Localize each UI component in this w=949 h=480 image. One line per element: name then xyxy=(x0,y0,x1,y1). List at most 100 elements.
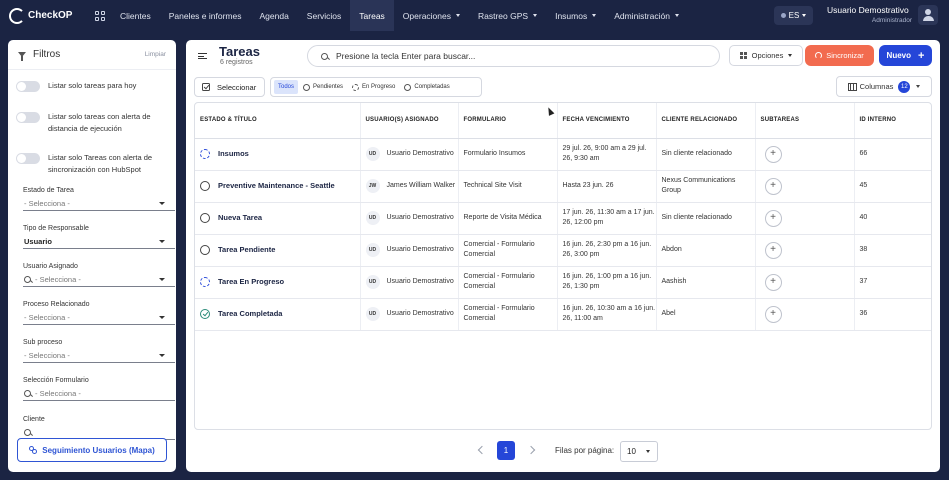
select-value: - Selecciona - xyxy=(24,312,70,322)
responsable-field: Tipo de Responsable Usuario xyxy=(23,225,175,249)
assigned-user-cell: UD Usuario Demostrativo xyxy=(360,138,459,171)
form-cell: Comercial - Formulario Comercial xyxy=(458,266,558,299)
language-selector[interactable]: ES xyxy=(774,6,813,25)
add-subtask-button[interactable]: + xyxy=(764,273,782,291)
app-logo[interactable]: CheckOP xyxy=(9,7,89,24)
add-subtask-button[interactable]: + xyxy=(764,241,782,259)
progress-icon xyxy=(352,83,360,91)
table-row[interactable]: Tarea En Progreso UD Usuario Demostrativo C… xyxy=(195,266,931,299)
nav-item-rastreo-gps[interactable]: Rastreo GPS xyxy=(469,0,546,31)
new-task-button[interactable]: Nuevo + xyxy=(879,45,932,66)
nav-item-administraci-n[interactable]: Administración xyxy=(605,0,688,31)
internal-id-cell: 37 xyxy=(854,266,931,299)
tab-label: Todos xyxy=(278,84,295,90)
checkbox-icon xyxy=(202,83,210,91)
chevron-down-icon xyxy=(674,14,679,17)
user-name: Usuario Demostrativo xyxy=(827,5,909,15)
subtasks-cell: + xyxy=(755,234,855,267)
add-subtask-button[interactable]: + xyxy=(764,209,782,227)
nav-menu: Clientes Paneles e informes Agenda Servicio… xyxy=(111,0,688,31)
column-header[interactable]: SUBTAREAS xyxy=(755,103,855,139)
responsable-select[interactable]: Usuario xyxy=(23,234,175,249)
cliente-field: Cliente xyxy=(23,416,175,440)
nav-item-tareas[interactable]: Tareas xyxy=(350,0,394,31)
nav-item-clientes[interactable]: Clientes xyxy=(111,0,160,31)
search-input[interactable]: Presione la tecla Enter para buscar... xyxy=(307,45,720,67)
table-row[interactable]: Insumos UD Usuario Demostrativo Formulario … xyxy=(195,138,931,171)
column-header[interactable]: USUARIO(S) ASIGNADO xyxy=(360,103,459,139)
new-label: Nuevo xyxy=(886,51,911,60)
avatar[interactable] xyxy=(918,5,938,25)
today-toggle[interactable] xyxy=(16,81,40,92)
page-button-current[interactable]: 1 xyxy=(497,441,515,460)
user-initials-avatar: UD xyxy=(365,243,380,257)
proceso-select[interactable]: - Selecciona - xyxy=(23,310,175,325)
hubspot-alert-toggle[interactable] xyxy=(16,153,40,164)
task-title[interactable]: Insumos xyxy=(218,149,249,159)
column-header[interactable]: ESTADO & TÍTULO xyxy=(195,103,361,139)
task-title[interactable]: Tarea Completada xyxy=(218,309,282,319)
task-title[interactable]: Tarea En Progreso xyxy=(218,277,284,287)
task-title[interactable]: Tarea Pendiente xyxy=(218,245,275,255)
users-map-button[interactable]: Seguimiento Usuarios (Mapa) xyxy=(17,438,167,462)
add-subtask-button[interactable]: + xyxy=(764,145,782,163)
estado-select[interactable]: - Selecciona - xyxy=(23,196,175,211)
nav-item-label: Rastreo GPS xyxy=(478,10,529,21)
status-title-cell[interactable]: Tarea En Progreso xyxy=(195,266,361,299)
task-title[interactable]: Nueva Tarea xyxy=(218,213,262,223)
internal-id-cell: 40 xyxy=(854,202,931,235)
menu-icon[interactable] xyxy=(198,53,207,59)
chevron-down-icon xyxy=(592,14,597,17)
column-header[interactable]: FORMULARIO xyxy=(458,103,558,139)
nav-item-servicios[interactable]: Servicios xyxy=(298,0,350,31)
select-value: - Selecciona - xyxy=(35,274,81,284)
table-row[interactable]: Nueva Tarea UD Usuario Demostrativo Reporte… xyxy=(195,202,931,235)
rows-per-page-select[interactable]: 10 xyxy=(620,441,658,462)
nav-item-operaciones[interactable]: Operaciones xyxy=(394,0,469,31)
options-button[interactable]: Opciones xyxy=(729,45,803,66)
add-subtask-button[interactable]: + xyxy=(764,305,782,323)
search-icon xyxy=(24,275,31,283)
status-title-cell[interactable]: Insumos xyxy=(195,138,361,171)
chevron-down-icon xyxy=(788,54,793,57)
tab-label: En Progreso xyxy=(362,84,396,90)
status-title-cell[interactable]: Tarea Completada xyxy=(195,298,361,331)
chevron-right-icon[interactable] xyxy=(526,445,536,455)
clear-filters-link[interactable]: Limpiar xyxy=(145,51,166,58)
apps-grid-icon[interactable] xyxy=(95,10,105,21)
sync-button[interactable]: Sincronizar xyxy=(805,45,874,66)
subproceso-select[interactable]: - Selecciona - xyxy=(23,348,175,363)
column-header[interactable]: ID INTERNO xyxy=(854,103,931,139)
distance-alert-toggle[interactable] xyxy=(16,112,40,123)
table-row[interactable]: Tarea Completada UD Usuario Demostrativo Co… xyxy=(195,298,931,331)
column-header[interactable]: CLIENTE RELACIONADO xyxy=(656,103,756,139)
status-title-cell[interactable]: Nueva Tarea xyxy=(195,202,361,235)
tab-en-progreso[interactable]: En Progreso xyxy=(348,80,399,94)
filter-icon xyxy=(18,52,26,61)
table-header-row: ESTADO & TÍTULO USUARIO(S) ASIGNADO FORM… xyxy=(195,103,931,139)
add-subtask-button[interactable]: + xyxy=(764,177,782,195)
toggle-row-today: Listar solo tareas para hoy xyxy=(8,80,176,92)
formulario-select[interactable]: - Selecciona - xyxy=(23,386,175,401)
status-title-cell[interactable]: Preventive Maintenance - Seattle xyxy=(195,170,361,203)
status-title-cell[interactable]: Tarea Pendiente xyxy=(195,234,361,267)
tab-completadas[interactable]: Completadas xyxy=(400,80,453,94)
nav-item-label: Servicios xyxy=(306,10,342,21)
columns-button[interactable]: Columnas 12 xyxy=(836,76,932,97)
plus-icon: + xyxy=(770,308,776,319)
task-title[interactable]: Preventive Maintenance - Seattle xyxy=(218,181,335,191)
usuario-select[interactable]: - Selecciona - xyxy=(23,272,175,287)
record-count: 6 registros xyxy=(220,59,253,66)
user-info[interactable]: Usuario Demostrativo Administrador xyxy=(827,5,912,24)
tab-todos[interactable]: Todos xyxy=(274,80,299,94)
client-cell: Sin cliente relacionado xyxy=(656,202,756,235)
nav-item-paneles-e-informes[interactable]: Paneles e informes xyxy=(160,0,251,31)
chevron-left-icon[interactable] xyxy=(477,445,487,455)
select-button[interactable]: Seleccionar xyxy=(194,77,265,97)
tab-pendientes[interactable]: Pendientes xyxy=(299,80,347,94)
nav-item-agenda[interactable]: Agenda xyxy=(250,0,297,31)
table-row[interactable]: Tarea Pendiente UD Usuario Demostrativo Com… xyxy=(195,234,931,267)
column-header[interactable]: FECHA VENCIMIENTO xyxy=(557,103,657,139)
nav-item-insumos[interactable]: Insumos xyxy=(546,0,605,31)
table-row[interactable]: Preventive Maintenance - Seattle JW James … xyxy=(195,170,931,203)
